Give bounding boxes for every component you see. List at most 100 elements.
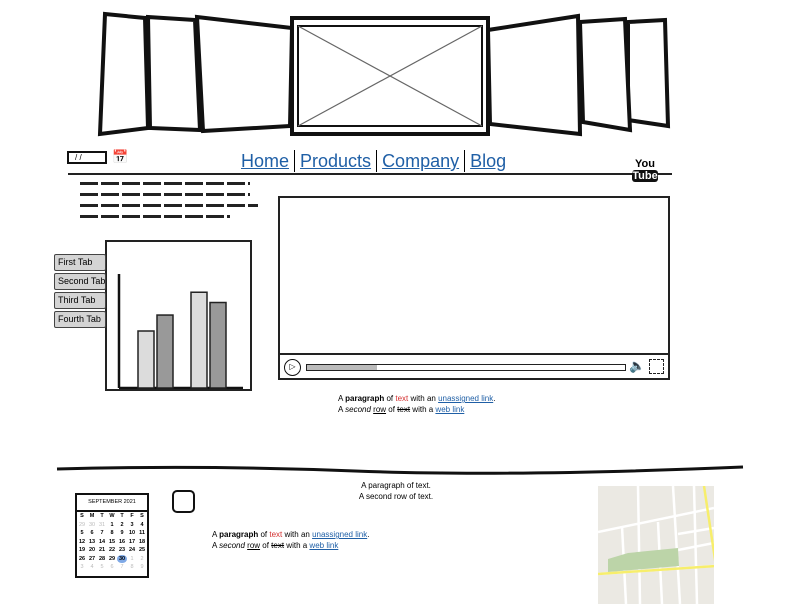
calendar-day[interactable]: 13 (87, 538, 97, 547)
nav-home[interactable]: Home (236, 150, 296, 172)
cover-image-6 (626, 17, 671, 129)
cover-image-2 (145, 14, 203, 133)
tab-fourth[interactable]: Fourth Tab (54, 311, 106, 328)
calendar-week: 5 6 7 8 9 10 11 (77, 529, 147, 538)
tab-third[interactable]: Third Tab (54, 292, 106, 309)
video-player[interactable]: ▷ 🔈 (278, 196, 670, 380)
weekday: W (109, 513, 115, 520)
calendar-day[interactable]: 16 (117, 538, 127, 547)
calendar-day[interactable]: 9 (117, 529, 127, 538)
calendar-day[interactable]: 19 (77, 546, 87, 555)
tab-second[interactable]: Second Tab (54, 273, 106, 290)
calendar-day[interactable]: 8 (107, 529, 117, 538)
checkbox[interactable] (172, 490, 195, 513)
calendar-day[interactable]: 4 (87, 563, 97, 572)
play-icon[interactable]: ▷ (284, 359, 301, 376)
youtube-icon[interactable]: You Tube (632, 158, 658, 182)
calendar-title: SEPTEMBER 2021 (77, 495, 147, 512)
scribbled-text (80, 182, 260, 226)
calendar-day[interactable]: 6 (87, 529, 97, 538)
cover-flow[interactable] (0, 0, 792, 140)
calendar-day[interactable]: 7 (97, 529, 107, 538)
calendar-day[interactable]: 20 (87, 546, 97, 555)
calendar-day[interactable]: 26 (77, 555, 87, 564)
nav-company[interactable]: Company (377, 150, 466, 172)
progress-bar[interactable] (306, 364, 626, 371)
paragraph-bottom: A paragraph of text with an unassigned l… (212, 530, 370, 550)
calendar-day[interactable]: 4 (137, 521, 147, 530)
calendar-day[interactable]: 23 (117, 546, 127, 555)
nav-blog[interactable]: Blog (465, 150, 511, 172)
calendar-day[interactable]: 5 (77, 529, 87, 538)
weekday: M (89, 513, 95, 520)
youtube-you: You (635, 158, 655, 170)
calendar-icon[interactable]: 📅 (112, 149, 128, 165)
map[interactable] (598, 486, 714, 604)
unassigned-link[interactable]: unassigned link (438, 394, 493, 403)
calendar-week: 26 27 28 29 30 1 2 (77, 554, 147, 564)
calendar-day[interactable]: 29 (107, 555, 117, 564)
volume-icon[interactable]: 🔈 (629, 358, 645, 374)
calendar-day[interactable]: 9 (137, 563, 147, 572)
calendar-day[interactable]: 12 (77, 538, 87, 547)
nav-divider (68, 173, 672, 175)
weekday: S (140, 513, 144, 520)
cover-image-4 (485, 13, 583, 137)
bar-chart (105, 240, 252, 391)
calendar-day[interactable]: 18 (137, 538, 147, 547)
bar-4 (209, 301, 227, 389)
calendar-day[interactable]: 6 (107, 563, 117, 572)
controls-divider (280, 353, 668, 355)
horizontal-rule (56, 465, 744, 475)
chart-svg (117, 274, 243, 390)
calendar-day[interactable]: 7 (117, 563, 127, 572)
calendar-day[interactable]: 30 (117, 554, 127, 563)
web-link-2[interactable]: web link (309, 541, 338, 550)
bar-3 (190, 291, 208, 389)
calendar-day[interactable]: 2 (117, 521, 127, 530)
calendar-day[interactable]: 31 (97, 521, 107, 530)
nav-bar: Home Products Company Blog (236, 150, 511, 172)
calendar-day[interactable]: 28 (97, 555, 107, 564)
calendar-day[interactable]: 1 (107, 521, 117, 530)
web-link[interactable]: web link (435, 405, 464, 414)
nav-products[interactable]: Products (295, 150, 378, 172)
calendar-week: 19 20 21 22 23 24 25 (77, 546, 147, 555)
calendar-day[interactable]: 22 (107, 546, 117, 555)
calendar-day[interactable]: 14 (97, 538, 107, 547)
unassigned-link-2[interactable]: unassigned link (312, 530, 367, 539)
calendar-day[interactable]: 8 (127, 563, 137, 572)
calendar-day[interactable]: 24 (127, 546, 137, 555)
calendar-day[interactable]: 29 (77, 521, 87, 530)
tab-first[interactable]: First Tab (54, 254, 106, 271)
calendar-day[interactable]: 11 (137, 529, 147, 538)
cover-image-1 (97, 11, 151, 137)
paragraph-top: A paragraph of text with an unassigned l… (338, 394, 496, 414)
calendar-week: 3456789 (77, 563, 147, 572)
calendar-day[interactable]: 3 (77, 563, 87, 572)
weekday: T (100, 513, 104, 520)
calendar-day[interactable]: 21 (97, 546, 107, 555)
calendar-day[interactable]: 3 (127, 521, 137, 530)
calendar-grid[interactable]: S M T W T F S 29 30 31 1 2 3 4 5 6 7 8 9 10 11 12 13 14 15 16 17 18… (77, 512, 147, 572)
calendar-day[interactable]: 25 (137, 546, 147, 555)
calendar-day[interactable]: 5 (97, 563, 107, 572)
calendar-day[interactable]: 1 (127, 555, 137, 564)
bar-1 (137, 330, 155, 389)
youtube-tube: Tube (632, 170, 658, 182)
date-field[interactable]: / / (67, 151, 107, 164)
cover-image-5 (577, 16, 633, 133)
calendar-day[interactable]: 2 (137, 555, 147, 564)
calendar-day[interactable]: 27 (87, 555, 97, 564)
weekday: T (120, 513, 124, 520)
weekday: F (130, 513, 134, 520)
bar-2 (156, 314, 174, 389)
calendar-day[interactable]: 10 (127, 529, 137, 538)
weekday: S (80, 513, 84, 520)
calendar-week: 12 13 14 15 16 17 18 (77, 538, 147, 547)
calendar-day[interactable]: 17 (127, 538, 137, 547)
calendar[interactable]: SEPTEMBER 2021 S M T W T F S 29 30 31 1 2 3 4 5 6 7 8 9 10 1… (75, 493, 149, 578)
fullscreen-icon[interactable] (649, 359, 664, 374)
calendar-day[interactable]: 15 (107, 538, 117, 547)
calendar-day[interactable]: 30 (87, 521, 97, 530)
